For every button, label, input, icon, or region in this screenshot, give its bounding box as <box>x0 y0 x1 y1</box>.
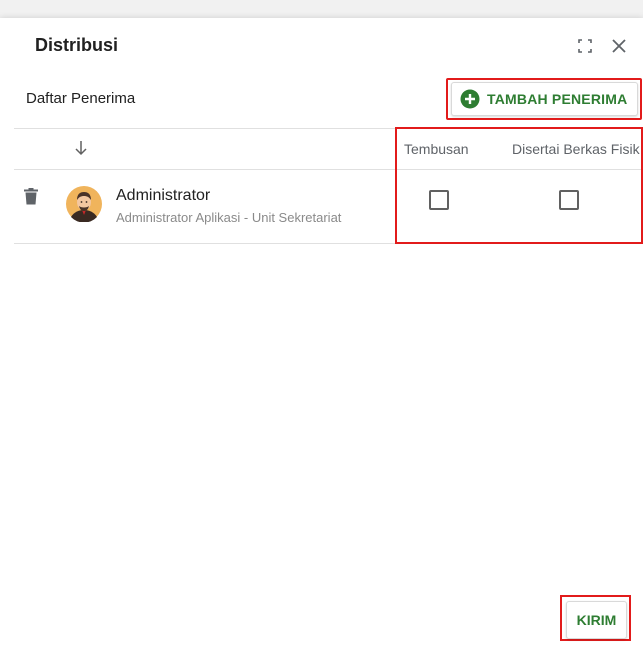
send-button[interactable]: KIRIM <box>566 601 627 639</box>
recipient-name: Administrator <box>116 187 211 204</box>
recipient-position: Administrator Aplikasi - Unit Sekretaria… <box>116 210 342 225</box>
trash-icon <box>24 188 38 205</box>
plus-circle-icon <box>460 89 480 109</box>
columns-highlight <box>395 127 643 244</box>
close-icon <box>612 39 626 53</box>
distribution-dialog: Distribusi Daftar Penerima TAMBAH PENERI… <box>0 18 643 646</box>
close-button[interactable] <box>606 33 632 59</box>
add-recipient-button[interactable]: TAMBAH PENERIMA <box>451 82 638 116</box>
add-recipient-label: TAMBAH PENERIMA <box>487 91 628 107</box>
fullscreen-icon <box>578 39 592 53</box>
fullscreen-button[interactable] <box>572 33 598 59</box>
avatar <box>66 186 102 223</box>
recipients-label: Daftar Penerima <box>26 90 136 107</box>
delete-recipient-button[interactable] <box>24 188 38 210</box>
arrow-down-icon[interactable] <box>74 140 88 161</box>
dialog-title: Distribusi <box>35 35 119 55</box>
